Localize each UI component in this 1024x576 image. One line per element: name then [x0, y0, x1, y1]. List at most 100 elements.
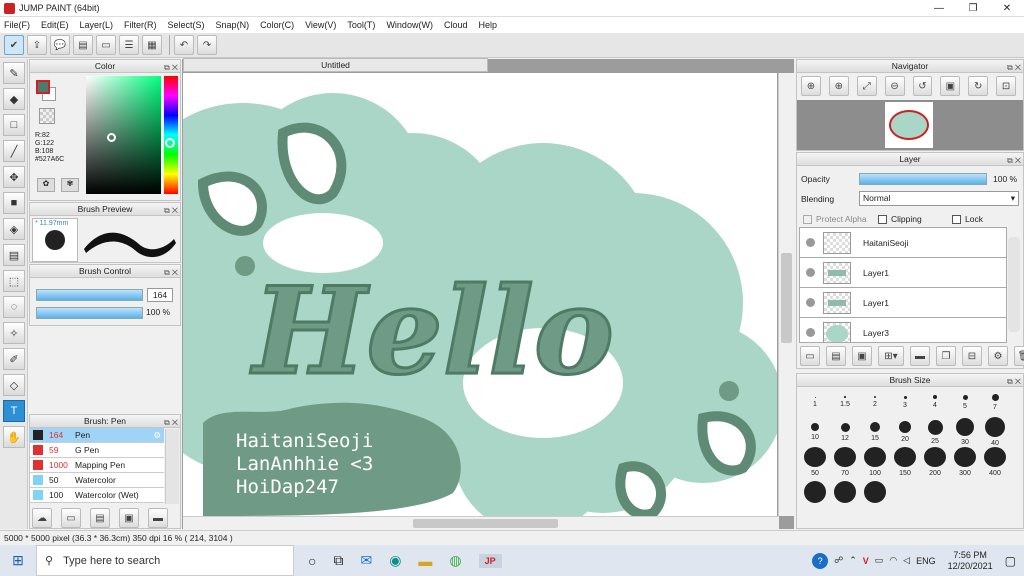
menu-help[interactable]: Help [478, 20, 497, 30]
menu-layer[interactable]: Layer(L) [80, 20, 114, 30]
select-tool-icon[interactable]: ⬚ [3, 270, 25, 292]
color-picker-cursor[interactable] [107, 133, 116, 142]
panel-close-icon[interactable]: ⧉ ✕ [164, 61, 178, 74]
windows-start-icon[interactable]: ⊞ [0, 545, 36, 576]
eyedropper-icon[interactable]: ✾ [61, 178, 79, 192]
brush-size-cell[interactable] [800, 477, 830, 507]
close-button[interactable]: ✕ [990, 0, 1024, 17]
brush-item[interactable]: 1000 Mapping Pen [30, 458, 164, 473]
brush-size-cell[interactable]: 25 [920, 417, 950, 447]
volume-icon[interactable]: ◁ [903, 555, 910, 566]
brush-size-cell[interactable]: 30 [950, 417, 980, 447]
language-indicator[interactable]: ENG [916, 556, 936, 566]
layer-row[interactable]: Layer1 [800, 258, 1006, 288]
cloud-sync-icon[interactable]: ✔ [4, 35, 24, 55]
battery-icon[interactable]: ▭ [875, 555, 884, 566]
rotate-right-icon[interactable]: ↻ [968, 76, 989, 96]
brush-size-cell[interactable]: 200 [920, 447, 950, 477]
message-icon[interactable]: ▤ [73, 35, 93, 55]
panel-close-icon[interactable]: ⧉ ✕ [1007, 61, 1021, 74]
new-layer-icon[interactable]: ▭ [800, 346, 820, 366]
chrome-icon[interactable]: ◍ [449, 552, 461, 569]
file-explorer-icon[interactable]: ▬ [418, 553, 432, 569]
duplicate-layer-icon[interactable]: ❐ [936, 346, 956, 366]
people-icon[interactable]: ☍ [834, 555, 843, 566]
hue-slider[interactable] [164, 76, 178, 194]
mail-icon[interactable]: ✉ [360, 552, 372, 569]
menu-cloud[interactable]: Cloud [444, 20, 468, 30]
menu-color[interactable]: Color(C) [260, 20, 294, 30]
brush-size-slider[interactable] [36, 289, 143, 301]
brush-folder-icon[interactable]: ▬ [148, 508, 168, 528]
brush-cloud-icon[interactable]: ☁ [32, 508, 52, 528]
brush-size-cell[interactable]: 10 [800, 417, 830, 447]
brush-size-cell[interactable]: 20 [890, 417, 920, 447]
brush-size-cell[interactable]: 1.5 [830, 387, 860, 417]
brush-size-cell[interactable] [830, 477, 860, 507]
panel-close-icon[interactable]: ⧉ ✕ [1007, 154, 1021, 167]
gear-icon[interactable]: ⚙ [153, 430, 161, 441]
brush-size-cell[interactable]: 70 [830, 447, 860, 477]
layer-row[interactable]: Layer1 [800, 288, 1006, 318]
main-color-swatch[interactable] [36, 80, 50, 94]
brush-size-cell[interactable]: 100 [860, 447, 890, 477]
cortana-icon[interactable]: ○ [308, 553, 316, 569]
brush-opacity-slider[interactable] [36, 307, 143, 319]
panel-close-icon[interactable]: ⧉ ✕ [164, 416, 178, 429]
canvas-horizontal-scrollbar[interactable] [183, 516, 779, 529]
hand-tool-icon[interactable]: ✋ [3, 426, 25, 448]
brush-list-scrollbar[interactable] [165, 429, 179, 504]
eraser-tool-icon[interactable]: ◆ [3, 88, 25, 110]
layer-settings-icon[interactable]: ⚙ [988, 346, 1008, 366]
folder-icon[interactable]: ▬ [910, 346, 930, 366]
add-layer-dropdown-icon[interactable]: ⊞▾ [878, 346, 904, 366]
brush-size-cell[interactable]: 2 [860, 387, 890, 417]
line-tool-icon[interactable]: ╱ [3, 140, 25, 162]
brush-size-cell[interactable]: 40 [980, 417, 1010, 447]
select-eraser-tool-icon[interactable]: ◇ [3, 374, 25, 396]
brush-item[interactable]: 50 Watercolor [30, 473, 164, 488]
lock-view-icon[interactable]: ⊡ [996, 76, 1016, 96]
antivirus-icon[interactable]: V [863, 556, 869, 566]
layer-opacity-slider[interactable] [859, 173, 987, 185]
document-icon[interactable]: ▭ [96, 35, 116, 55]
layer-copy-icon[interactable]: ▣ [852, 346, 872, 366]
zoom-out-icon[interactable]: ⊖ [884, 76, 905, 96]
canvas-vertical-scrollbar[interactable] [778, 73, 794, 516]
protect-alpha-checkbox[interactable]: Protect Alpha [803, 214, 867, 224]
blending-select[interactable]: Normal ▾ [859, 191, 1019, 206]
fit-screen-icon[interactable]: ⤢ [856, 76, 877, 96]
menu-filter[interactable]: Filter(R) [124, 20, 157, 30]
minimize-button[interactable]: — [922, 0, 956, 17]
lock-checkbox[interactable]: Lock [952, 214, 983, 224]
edge-icon[interactable]: ◉ [389, 552, 401, 569]
brush-size-cell[interactable]: 4 [920, 387, 950, 417]
panel-close-icon[interactable]: ⧉ ✕ [1007, 375, 1021, 388]
navigator-thumbnail[interactable] [885, 102, 933, 148]
rotate-left-icon[interactable]: ↺ [912, 76, 933, 96]
brush-size-cell[interactable]: 150 [890, 447, 920, 477]
jump-paint-taskbar-icon[interactable]: JP [478, 553, 502, 568]
text-tool-icon[interactable]: T [3, 400, 25, 422]
chevron-up-icon[interactable]: ⌃ [849, 555, 857, 566]
taskbar-search-box[interactable]: ⚲ Type here to search [36, 545, 294, 576]
clock[interactable]: 7:56 PM 12/20/2021 [948, 550, 993, 572]
list-icon[interactable]: ☰ [119, 35, 139, 55]
brush-size-cell[interactable]: 12 [830, 417, 860, 447]
flip-icon[interactable]: ▣ [940, 76, 961, 96]
brush-size-cell[interactable]: 50 [800, 447, 830, 477]
undo-icon[interactable]: ↶ [174, 35, 194, 55]
layout-icon[interactable]: ▦ [142, 35, 162, 55]
saturation-value-picker[interactable] [86, 76, 161, 194]
brush-item[interactable]: 59 G Pen [30, 443, 164, 458]
task-view-icon[interactable]: ⧉ [333, 552, 343, 569]
comment-icon[interactable]: 💬 [50, 35, 70, 55]
brush-size-cell[interactable]: 7 [980, 387, 1010, 417]
brush-size-cell[interactable]: 5 [950, 387, 980, 417]
brush-item[interactable]: 164 Pen ⚙ [30, 428, 164, 443]
menu-file[interactable]: File(F) [4, 20, 30, 30]
menu-select[interactable]: Select(S) [168, 20, 205, 30]
help-icon[interactable]: ? [812, 552, 829, 569]
panel-close-icon[interactable]: ⧉ ✕ [164, 204, 178, 217]
brush-size-cell[interactable] [860, 477, 890, 507]
